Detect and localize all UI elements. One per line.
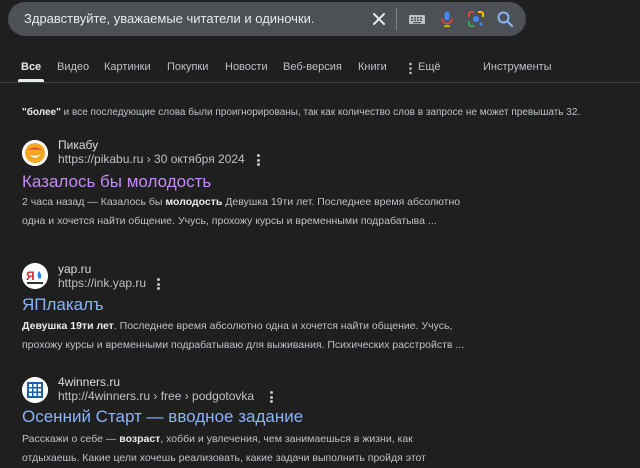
search-input[interactable]: Здравствуйте, уважаемые читатели и одино… [24,11,315,26]
snippet-line: 2 часа назад — Казалось бы молодость Дев… [22,196,461,208]
search-divider [396,8,397,30]
yap-logo-icon: Я [22,263,48,289]
yap-favicon: Я [22,263,48,289]
result-title[interactable]: ЯПлакалъ [22,295,104,315]
result-menu-icon[interactable] [270,391,274,403]
search-box[interactable]: Здравствуйте, уважаемые читатели и одино… [8,2,526,36]
result-title[interactable]: Осенний Старт — вводное задание [22,407,303,427]
search-tabs: Все Видео Картинки Покупки Новости Веб-в… [0,56,640,83]
pikabu-logo-icon [22,140,48,166]
pikabu-favicon [22,140,48,166]
result-url[interactable]: https://pikabu.ru › 30 октября 2024 [58,152,245,166]
result-snippet: Расскажи о себе — возраст, хобби и увлеч… [22,430,622,468]
snippet-line: отдыхаешь. Какие цели хочешь реализовать… [22,452,426,464]
tab-all[interactable]: Все [21,61,41,73]
tab-news[interactable]: Новости [225,61,268,73]
result-snippet: 2 часа назад — Казалось бы молодость Дев… [22,193,622,231]
microphone-icon[interactable] [438,10,456,28]
result-site-name: yap.ru [58,262,92,276]
result-title[interactable]: Казалось бы молодость [22,172,211,192]
active-tab-indicator [18,79,44,82]
svg-text:Я: Я [26,269,35,283]
4winners-favicon [22,377,48,403]
snippet-line: Девушка 19ти лет. Последнее время абсолю… [22,320,453,332]
result-menu-icon[interactable] [257,154,261,166]
result-snippet: Девушка 19ти лет. Последнее время абсолю… [22,317,622,355]
result-menu-icon[interactable] [157,278,161,290]
result-site-name: 4winners.ru [58,375,121,389]
ignored-words-notice: "более" и все последующие слова были про… [22,107,580,118]
tab-web[interactable]: Веб-версия [283,61,342,73]
tab-video[interactable]: Видео [57,61,89,73]
close-icon[interactable] [370,10,388,28]
snippet-line: Расскажи о себе — возраст, хобби и увлеч… [22,433,413,445]
notice-text: и все последующие слова были проигнориро… [60,107,581,118]
keyboard-icon[interactable] [408,10,426,28]
result-url[interactable]: https://ink.yap.ru [58,276,146,290]
ignored-word: "более" [22,107,61,118]
tab-shopping[interactable]: Покупки [167,61,208,73]
more-vert-icon[interactable] [409,62,412,75]
result-site-name: Пикабу [58,138,99,152]
tab-images[interactable]: Картинки [104,61,151,73]
tab-more[interactable]: Ещё [418,61,441,73]
tab-tools[interactable]: Инструменты [483,61,552,73]
snippet-line: прохожу курсы и временными подрабатываю … [22,339,465,351]
grid-logo-icon [22,377,48,403]
snippet-line: одна и хочется найти общение. Учусь, про… [22,215,437,227]
result-url[interactable]: http://4winners.ru › free › podgotovka [58,389,254,403]
search-icon[interactable] [496,10,514,28]
lens-icon[interactable] [467,10,485,28]
tab-books[interactable]: Книги [358,61,387,73]
